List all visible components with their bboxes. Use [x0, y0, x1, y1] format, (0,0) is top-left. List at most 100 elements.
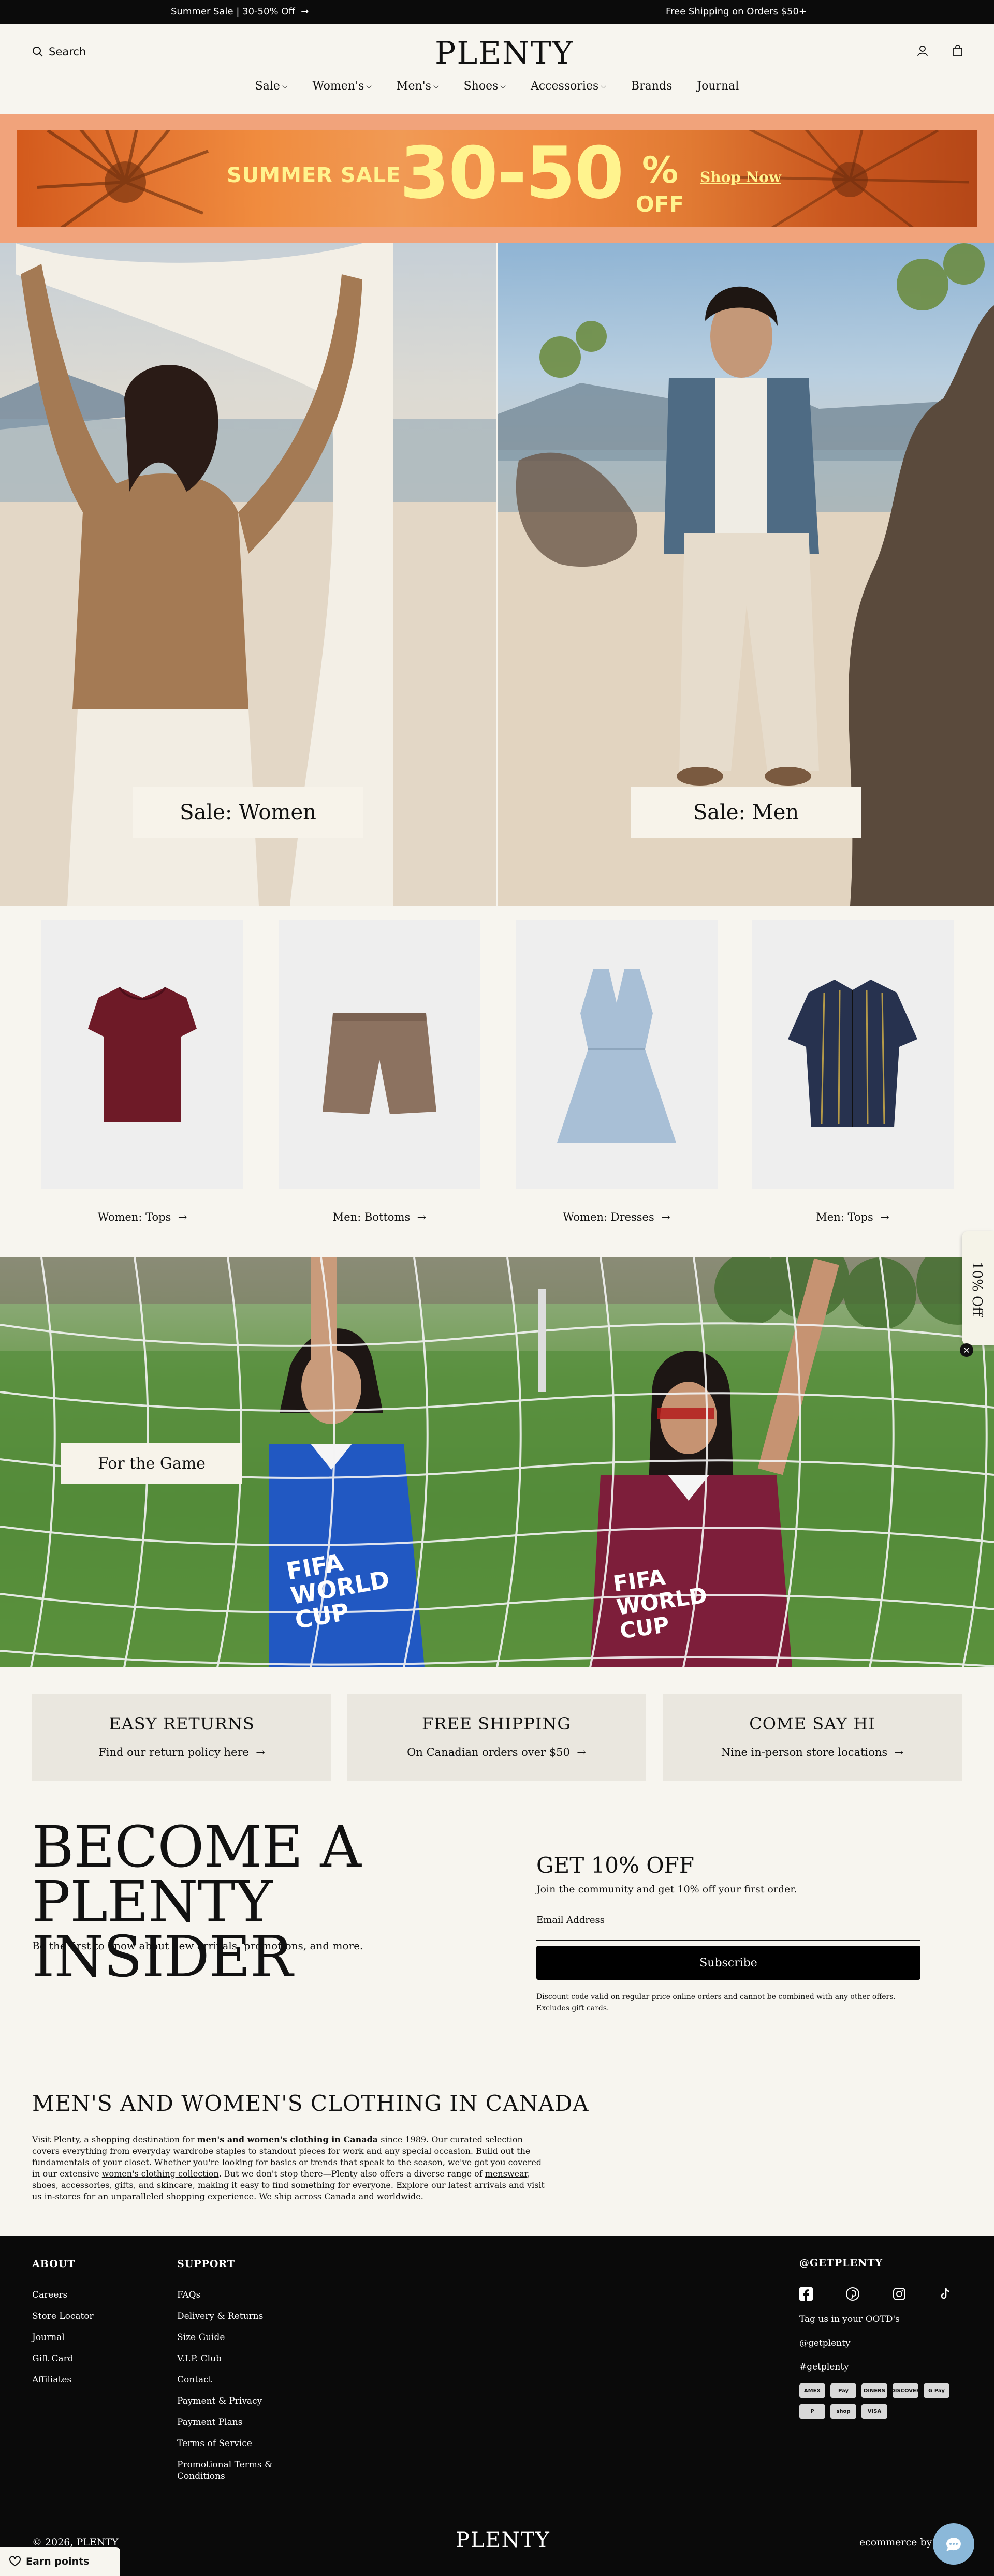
hero-women[interactable]: Sale: Women [0, 243, 496, 906]
category-card-women-dresses[interactable] [516, 920, 718, 1189]
heart-icon [9, 2556, 21, 2567]
footer-link[interactable]: V.I.P. Club [177, 2353, 291, 2364]
perk-free-shipping[interactable]: FREE SHIPPING On Canadian orders over $5… [347, 1694, 646, 1781]
footer-support-column: SUPPORT FAQs Delivery & Returns Size Gui… [177, 2258, 291, 2492]
promo-percent: % [642, 149, 679, 191]
perk-link: Find our return policy here → [98, 1746, 265, 1758]
nav-womens[interactable]: Women's ⌵ [313, 80, 372, 93]
footer-logo[interactable]: PLENTY [456, 2528, 550, 2552]
tshirt-image [88, 986, 197, 1122]
chat-button[interactable] [933, 2523, 974, 2565]
announcement-bar: Summer Sale | 30-50% Off → Free Shipping… [0, 0, 994, 24]
tag-line: Tag us in your OOTD's [799, 2314, 900, 2325]
chat-bubble-icon [943, 2534, 964, 2554]
promo-shop-now-link[interactable]: Shop Now [700, 169, 781, 186]
perk-title: COME SAY HI [749, 1714, 875, 1734]
womens-collection-link[interactable]: women's clothing collection [102, 2169, 219, 2179]
email-field-underline [536, 1940, 920, 1941]
search-label: Search [49, 46, 86, 58]
announcement-sale-link[interactable]: Summer Sale | 30-50% Off → [171, 6, 309, 17]
footer-link[interactable]: Terms of Service [177, 2438, 291, 2449]
chevron-down-icon: ⌵ [366, 82, 372, 91]
earn-points-button[interactable]: Earn points [0, 2547, 120, 2576]
hashtag[interactable]: #getplenty [799, 2362, 952, 2372]
category-link-men-tops[interactable]: Men: Tops → [752, 1211, 954, 1223]
nav-sale[interactable]: Sale ⌵ [255, 80, 288, 93]
footer-link[interactable]: Gift Card [32, 2353, 94, 2364]
insider-subtitle: Be the first to know about new arrivals,… [32, 1940, 363, 1952]
category-card-men-tops[interactable] [752, 920, 954, 1189]
for-the-game-banner[interactable]: FIFA WORLD CUP FIFA WORLD CUP For the Ga… [0, 1257, 994, 1667]
email-field[interactable]: Email Address [536, 1915, 605, 1926]
instagram-handle[interactable]: @getplenty [799, 2338, 952, 2348]
nav-brands[interactable]: Brands [631, 80, 672, 93]
footer-link[interactable]: Promotional Terms & Conditions [177, 2459, 291, 2482]
search-icon [32, 46, 43, 57]
nav-shoes[interactable]: Shoes ⌵ [464, 80, 506, 93]
footer-link[interactable]: Payment & Privacy [177, 2395, 291, 2407]
menswear-link[interactable]: menswear [485, 2169, 528, 2179]
promo-banner[interactable]: SUMMER SALE 30-50 % OFF Shop Now [0, 114, 994, 243]
perk-easy-returns[interactable]: EASY RETURNS Find our return policy here… [32, 1694, 331, 1781]
footer-heading: ABOUT [32, 2258, 76, 2270]
instagram-icon[interactable] [893, 2287, 906, 2301]
footer-link[interactable]: Payment Plans [177, 2417, 291, 2428]
offer-disclaimer: Discount code valid on regular price onl… [536, 1993, 896, 2012]
nav-accessories[interactable]: Accessories ⌵ [531, 80, 606, 93]
category-link-women-tops[interactable]: Women: Tops → [41, 1211, 243, 1223]
shorts-image [323, 1013, 436, 1114]
subscribe-button[interactable]: Subscribe [536, 1946, 920, 1980]
account-icon[interactable] [916, 45, 929, 57]
shirt-image [788, 980, 917, 1127]
perk-come-say-hi[interactable]: COME SAY HI Nine in-person store locatio… [663, 1694, 962, 1781]
facebook-icon[interactable] [799, 2287, 813, 2301]
insider-title: BECOME A PLENTY INSIDER [32, 1814, 361, 1990]
footer-link[interactable]: Size Guide [177, 2332, 291, 2343]
category-card-men-bottoms[interactable] [279, 920, 480, 1189]
sale-men-button[interactable]: Sale: Men [631, 787, 861, 838]
google-pay-icon: G Pay [924, 2383, 949, 2398]
category-link-women-dresses[interactable]: Women: Dresses → [516, 1211, 718, 1223]
site-footer: ABOUT Careers Store Locator Journal Gift… [0, 2236, 994, 2576]
seo-title: MEN'S AND WOMEN'S CLOTHING IN CANADA [32, 2091, 589, 2116]
category-card-women-tops[interactable] [41, 920, 243, 1189]
footer-link[interactable]: Delivery & Returns [177, 2311, 291, 2322]
copyright: © 2026, PLENTY [32, 2537, 119, 2548]
footer-link[interactable]: Careers [32, 2289, 94, 2301]
paypal-icon: P [799, 2404, 825, 2419]
footer-social: @GETPLENTY Tag us in your OOTD's @getple… [799, 2257, 952, 2419]
nav-mens[interactable]: Men's ⌵ [397, 80, 439, 93]
payment-methods-row: AMEX Pay DINERS DISCOVER G Pay [799, 2383, 952, 2398]
pinterest-icon[interactable] [846, 2287, 859, 2301]
sale-women-button[interactable]: Sale: Women [133, 787, 363, 838]
tiktok-icon[interactable] [939, 2287, 952, 2301]
promo-label: SUMMER SALE [227, 164, 401, 187]
search-button[interactable]: Search [32, 46, 86, 58]
close-icon[interactable]: ✕ [960, 1343, 973, 1357]
footer-link[interactable]: Journal [32, 2332, 94, 2343]
promo-off: OFF [636, 191, 684, 217]
chevron-down-icon: ⌵ [282, 82, 288, 91]
chevron-down-icon: ⌵ [601, 82, 606, 91]
category-link-men-bottoms[interactable]: Men: Bottoms → [279, 1211, 480, 1223]
site-logo[interactable]: PLENTY [435, 35, 573, 71]
promo-discount: 30-50 [400, 131, 624, 215]
footer-link[interactable]: Store Locator [32, 2311, 94, 2322]
category-grid: Women: Tops → Men: Bottoms → Women: Dres… [0, 906, 994, 1257]
hero-men[interactable]: Sale: Men [498, 243, 994, 906]
offer-subtitle: Join the community and get 10% off your … [536, 1884, 797, 1895]
cart-icon[interactable] [952, 45, 964, 57]
footer-link[interactable]: Contact [177, 2374, 291, 2386]
discount-side-tab[interactable]: 10% Off [962, 1231, 994, 1345]
chevron-down-icon: ⌵ [433, 82, 439, 91]
perk-link: Nine in-person store locations → [721, 1746, 904, 1758]
nav-journal[interactable]: Journal [697, 80, 739, 93]
visa-icon: VISA [861, 2404, 887, 2419]
footer-link[interactable]: FAQs [177, 2289, 291, 2301]
footer-link[interactable]: Affiliates [32, 2374, 94, 2386]
shop-pay-icon: shop [830, 2404, 856, 2419]
flower-illustration [37, 130, 209, 227]
for-the-game-button[interactable]: For the Game [61, 1443, 242, 1484]
discount-side-tab-label: 10% Off [969, 1262, 985, 1316]
earn-points-label: Earn points [26, 2556, 90, 2567]
